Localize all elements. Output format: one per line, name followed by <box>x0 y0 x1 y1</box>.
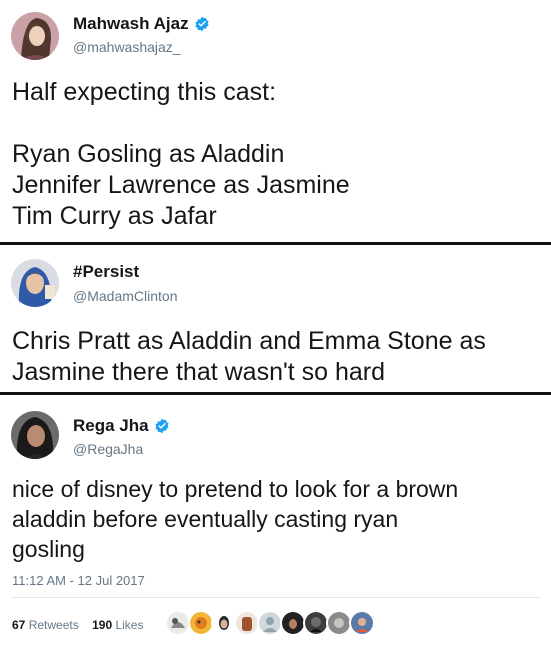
tweet-text: Chris Pratt as Aladdin and Emma Stone as… <box>12 326 486 388</box>
liker-avatars <box>165 610 375 636</box>
tweet-text: Half expecting this cast: Ryan Gosling a… <box>12 77 350 232</box>
author-name-text: Rega Jha <box>73 416 149 435</box>
avatar[interactable] <box>11 12 59 60</box>
author-handle[interactable]: @MadamClinton <box>73 288 177 304</box>
tweet-text-line: Chris Pratt as Aladdin and Emma Stone as <box>12 327 486 355</box>
author-name-text: Mahwash Ajaz <box>73 14 189 33</box>
tweet-card: Rega Jha @RegaJha nice of disney to pret… <box>0 395 551 658</box>
tweet-text-line: Tim Curry as Jafar <box>12 202 217 230</box>
tweet-text-line: nice of disney to pretend to look for a … <box>12 476 459 502</box>
tweet-text-line: aladdin before eventually casting ryan <box>12 506 399 532</box>
likes-link[interactable]: 190 Likes <box>92 618 143 632</box>
verified-badge-icon <box>194 16 209 32</box>
tweet-text: nice of disney to pretend to look for a … <box>12 474 458 564</box>
retweets-count: 67 <box>12 618 26 632</box>
author-name[interactable]: #Persist <box>73 262 139 282</box>
tweet-text-line: gosling <box>12 536 85 562</box>
tweet-card: Mahwash Ajaz @mahwashajaz_ Half expectin… <box>0 0 551 243</box>
verified-badge-icon <box>154 418 169 434</box>
tweet-text-line: Half expecting this cast: <box>12 78 277 106</box>
likes-label: Likes <box>115 618 144 632</box>
retweets-link[interactable]: 67 Retweets <box>12 618 82 632</box>
avatar[interactable] <box>11 259 59 307</box>
author-name[interactable]: Rega Jha <box>73 416 170 436</box>
author-handle[interactable]: @RegaJha <box>73 441 143 457</box>
tweet-card: #Persist @MadamClinton Chris Pratt as Al… <box>0 245 551 393</box>
liker-avatar[interactable] <box>349 610 375 636</box>
likes-count: 190 <box>92 618 113 632</box>
retweets-label: Retweets <box>28 618 79 632</box>
author-name[interactable]: Mahwash Ajaz <box>73 14 210 34</box>
avatar[interactable] <box>11 411 59 459</box>
engagement-stats: 67 Retweets 190 Likes <box>12 618 143 632</box>
tweet-timestamp[interactable]: 11:12 AM - 12 Jul 2017 <box>12 573 145 588</box>
tweet-text-line: Jasmine there that wasn't so hard <box>12 358 386 386</box>
author-handle[interactable]: @mahwashajaz_ <box>73 39 181 55</box>
tweet-text-line: Ryan Gosling as Aladdin <box>12 140 285 168</box>
stats-separator <box>11 597 541 598</box>
author-name-text: #Persist <box>73 262 140 281</box>
tweet-text-line: Jennifer Lawrence as Jasmine <box>12 171 350 199</box>
